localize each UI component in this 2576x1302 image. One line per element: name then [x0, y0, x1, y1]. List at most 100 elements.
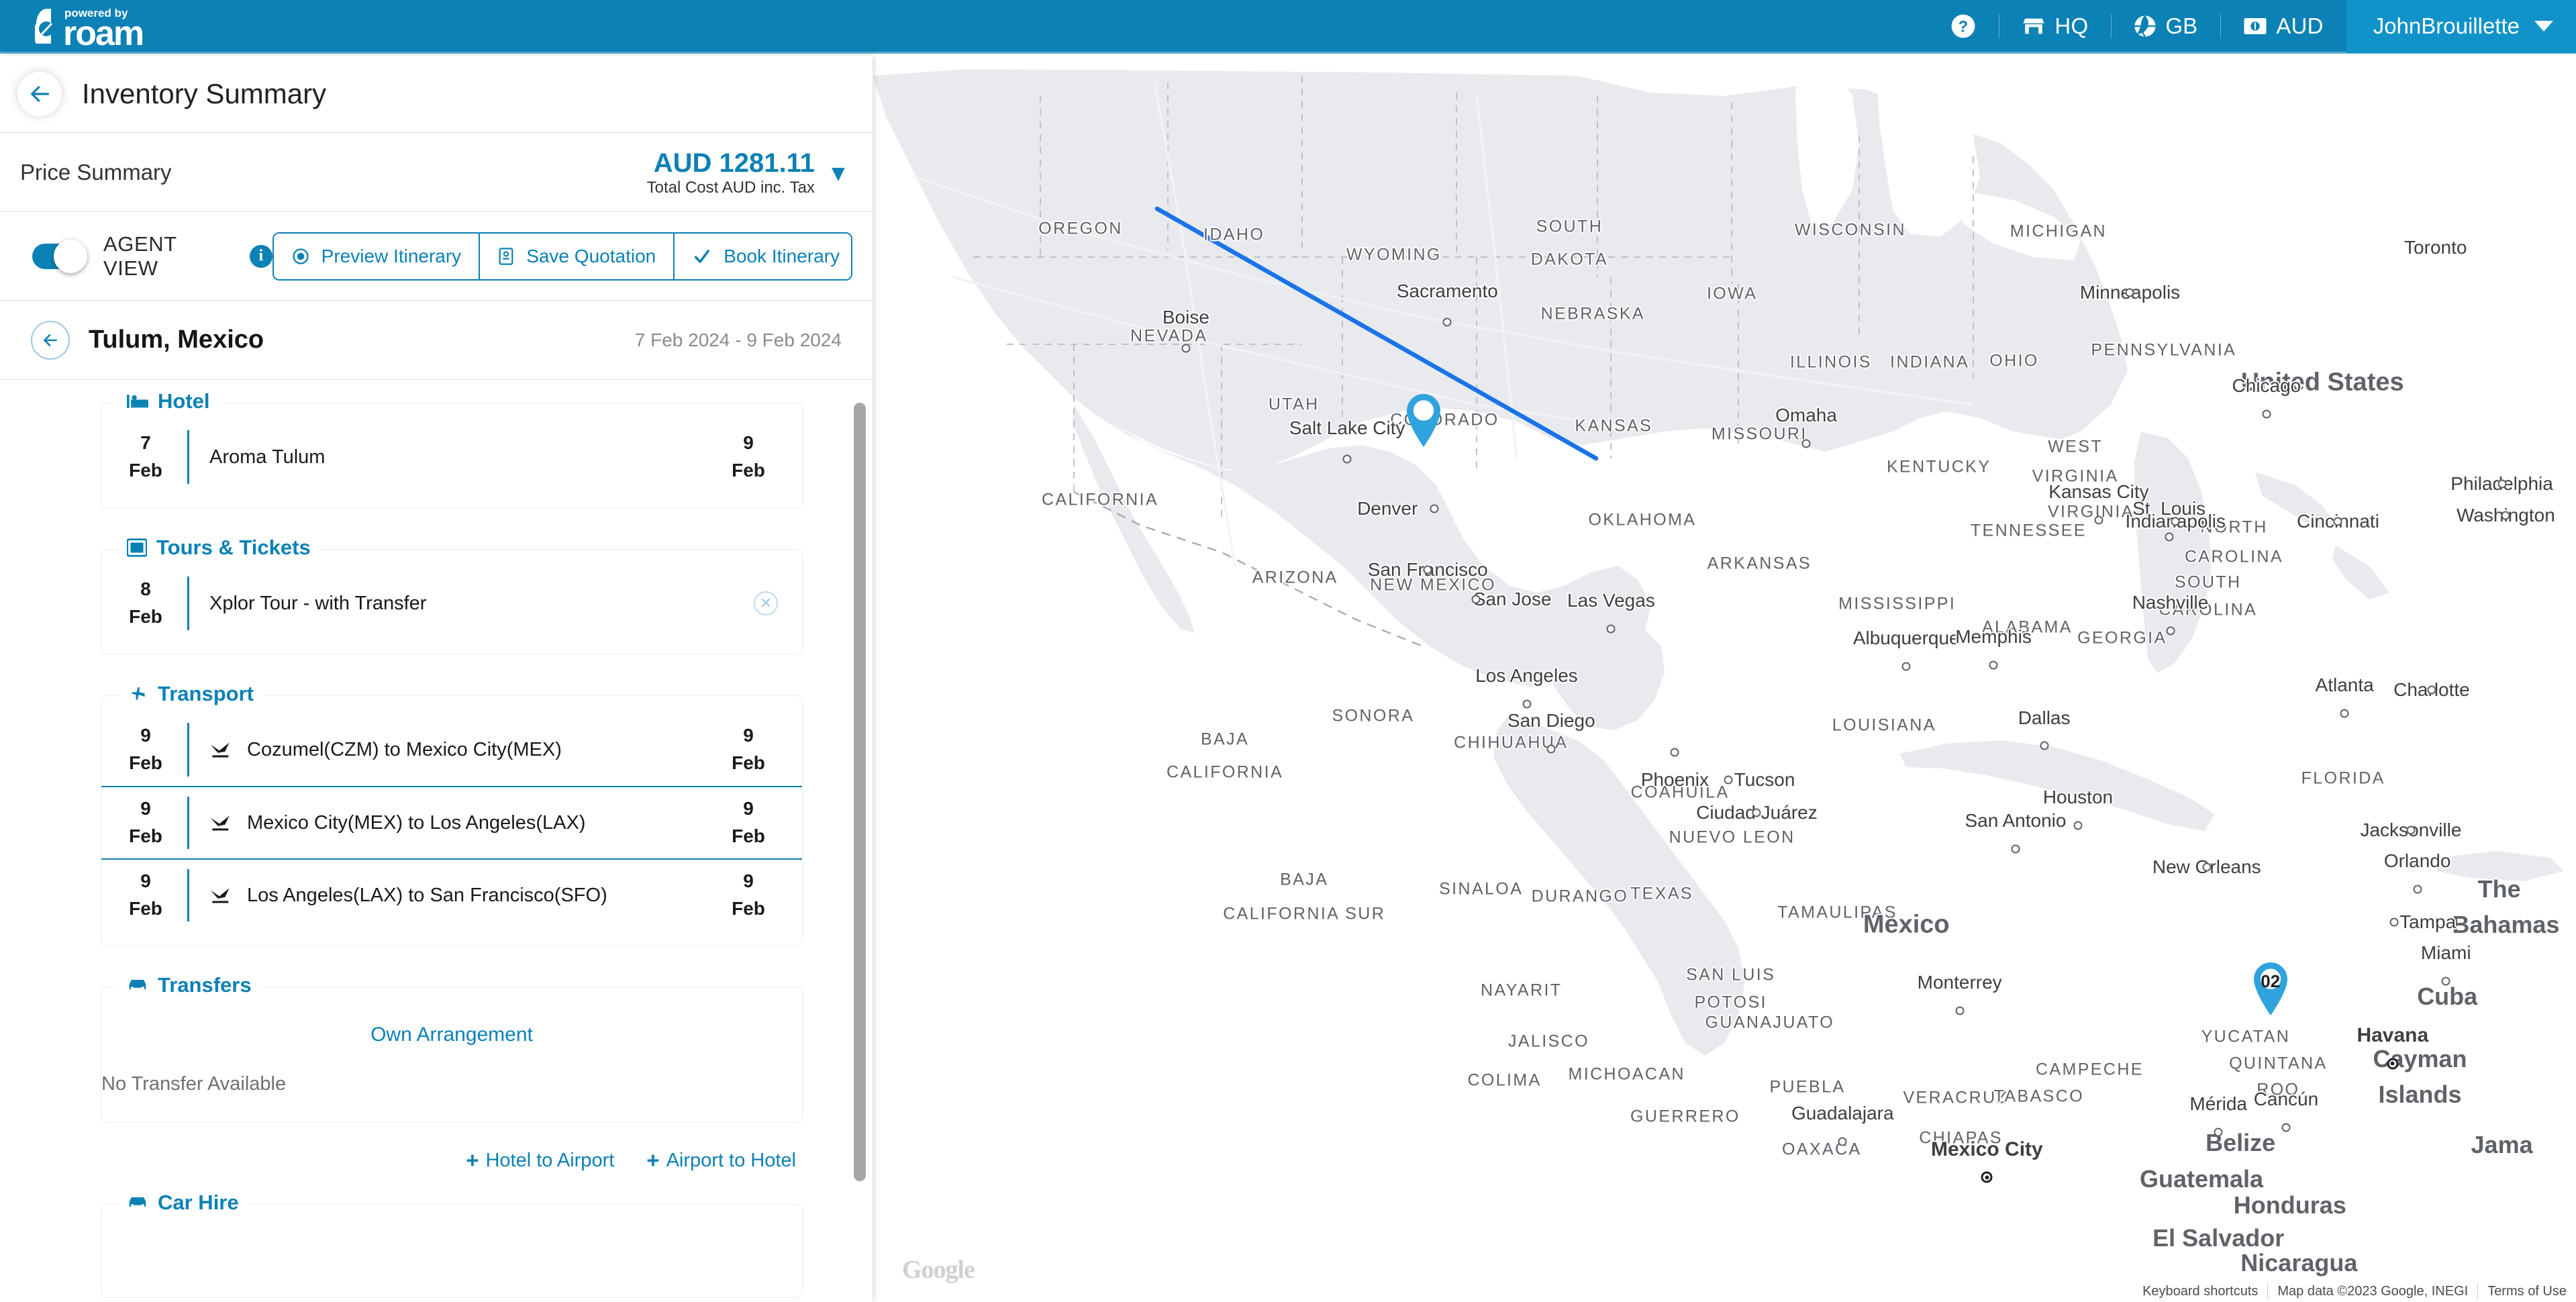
- car-icon: [127, 977, 148, 993]
- language-label: GB: [2165, 13, 2198, 38]
- terms-of-use-link[interactable]: Terms of Use: [2477, 1283, 2576, 1299]
- agent-view-toggle[interactable]: [32, 239, 87, 273]
- arrow-left-icon: [44, 334, 57, 346]
- ticket-icon: [127, 538, 147, 557]
- map-city-dot: [2262, 409, 2271, 419]
- back-button[interactable]: [17, 72, 62, 116]
- save-quotation-button[interactable]: Save Quotation: [480, 233, 675, 279]
- san-francisco-pin[interactable]: [1403, 392, 1444, 453]
- own-arrangement-link[interactable]: Own Arrangement: [101, 1005, 802, 1053]
- section-hotel-title: Hotel: [158, 389, 210, 413]
- transport-row[interactable]: 9 Feb Mexico City(MEX) to Los Angeles(LA…: [101, 786, 802, 858]
- flight-label: Mexico City(MEX) to Los Angeles(LAX): [247, 811, 586, 834]
- map-city-dot: [1901, 662, 1911, 671]
- map-city-dot: [1546, 744, 1556, 754]
- hotel-start-date: 7 Feb: [116, 430, 175, 484]
- row-divider: [187, 797, 189, 849]
- book-itinerary-button[interactable]: Book Itinerary: [675, 233, 851, 279]
- flight-label: Cozumel(CZM) to Mexico City(MEX): [247, 738, 562, 760]
- add-airport-to-hotel-label: Airport to Hotel: [666, 1150, 796, 1171]
- end-day: 9: [743, 870, 754, 892]
- map-city-dot: [1724, 775, 1733, 785]
- transport-row[interactable]: 9 Feb Los Angeles(LAX) to San Francisco(…: [101, 858, 802, 931]
- keyboard-shortcuts-link[interactable]: Keyboard shortcuts: [2133, 1284, 2267, 1299]
- topbar-actions: ? HQ GB AUD JohnBrouillette: [1928, 0, 2576, 53]
- cancun-pin[interactable]: 02: [2250, 960, 2291, 1021]
- help-button[interactable]: ?: [1928, 0, 1999, 53]
- user-name: JohnBrouillette: [2373, 13, 2520, 38]
- remove-tour-button[interactable]: ✕: [754, 591, 778, 615]
- end-day: 9: [743, 725, 754, 746]
- total-price: AUD 1281.11: [653, 148, 815, 178]
- map-city-dot: [2413, 885, 2422, 894]
- map-data-copyright: Map data ©2023 Google, INEGI: [2267, 1283, 2477, 1299]
- car-icon: [127, 1195, 148, 1211]
- currency-label: AUD: [2276, 13, 2324, 38]
- arrow-left-icon: [31, 86, 50, 102]
- currency-selector-aud[interactable]: AUD: [2220, 0, 2346, 53]
- map-city-dot: [1670, 748, 1679, 757]
- flight-start-date: 9 Feb: [116, 795, 175, 850]
- hotel-row[interactable]: 7 Feb Aroma Tulum 9 Feb: [101, 421, 802, 493]
- start-month: Feb: [129, 898, 162, 919]
- map-city-dot: [2214, 1128, 2223, 1137]
- map-panel[interactable]: OREGON IDAHO WYOMING SOUTH DAKOTA WISCONSIN MI…: [873, 56, 2576, 1302]
- map-city-dot: [1423, 565, 1432, 574]
- roam-logo[interactable]: powered by roam: [35, 6, 176, 46]
- map-city-dot: [2389, 917, 2399, 927]
- help-circle-icon: ?: [1950, 13, 1976, 39]
- map-city-dot: [2125, 288, 2134, 297]
- start-day: 7: [140, 432, 151, 454]
- row-divider: [187, 723, 189, 777]
- map-city-dot: [2441, 976, 2450, 986]
- map-city-dot: [1181, 344, 1191, 353]
- add-airport-to-hotel-button[interactable]: + Airport to Hotel: [646, 1148, 796, 1173]
- transport-row[interactable]: 9 Feb Cozumel(CZM) to Mexico City(MEX) 9…: [101, 713, 802, 786]
- language-selector-gb[interactable]: GB: [2111, 0, 2220, 53]
- map-city-dot: [2011, 844, 2020, 854]
- chevron-down-icon[interactable]: ▾: [832, 160, 844, 185]
- map-city-dot: [2406, 825, 2416, 835]
- sidebar-scrollbar[interactable]: [854, 403, 866, 1181]
- start-month: Feb: [129, 606, 162, 627]
- map-city-dot: [2040, 741, 2049, 750]
- destination-back-button[interactable]: [31, 320, 70, 360]
- flight-label: Los Angeles(LAX) to San Francisco(SFO): [247, 884, 607, 906]
- store-icon: [2022, 15, 2046, 38]
- flight-start-date: 9 Feb: [116, 722, 175, 777]
- section-transfers-legend: Transfers: [117, 973, 261, 997]
- info-icon[interactable]: i: [250, 244, 273, 268]
- preview-itinerary-button[interactable]: Preview Itinerary: [273, 233, 481, 279]
- map-city-dot: [2094, 515, 2103, 525]
- flight-icon: [209, 886, 232, 905]
- price-summary-label: Price Summary: [20, 159, 172, 185]
- itinerary-action-buttons: Preview Itinerary Save Quotation Book It…: [272, 232, 852, 281]
- price-summary-row[interactable]: Price Summary AUD 1281.11 Total Cost AUD…: [0, 133, 873, 212]
- section-transfers-title: Transfers: [158, 973, 252, 997]
- start-day: 9: [140, 870, 151, 892]
- map-city-dot: [2171, 517, 2180, 526]
- svg-text:?: ?: [1959, 17, 1969, 36]
- page-title: Inventory Summary: [82, 78, 327, 109]
- tour-start-date: 8 Feb: [116, 576, 175, 630]
- google-watermark: Google: [902, 1256, 975, 1284]
- start-day: 8: [140, 579, 151, 600]
- map-city-dot: [2427, 685, 2436, 695]
- save-quotation-label: Save Quotation: [526, 245, 656, 266]
- tour-row[interactable]: 8 Feb Xplor Tour - with Transfer ✕: [101, 567, 802, 640]
- map-city-dot: [2340, 709, 2349, 718]
- start-day: 9: [140, 798, 151, 819]
- end-month: Feb: [732, 460, 765, 481]
- flight-row-main: Los Angeles(LAX) to San Francisco(SFO): [209, 885, 719, 907]
- add-hotel-to-airport-button[interactable]: + Hotel to Airport: [466, 1149, 614, 1172]
- user-menu[interactable]: JohnBrouillette: [2346, 0, 2576, 53]
- destination-name: Tulum, Mexico: [89, 326, 264, 354]
- branch-selector-hq[interactable]: HQ: [1999, 0, 2111, 53]
- plus-icon: +: [646, 1148, 660, 1173]
- section-transport-title: Transport: [158, 682, 254, 705]
- row-divider: [187, 869, 189, 921]
- no-transfer-text: No Transfer Available: [101, 1073, 287, 1095]
- end-month: Feb: [732, 825, 765, 846]
- map-city-dot: [1471, 595, 1481, 604]
- branch-label: HQ: [2054, 13, 2089, 38]
